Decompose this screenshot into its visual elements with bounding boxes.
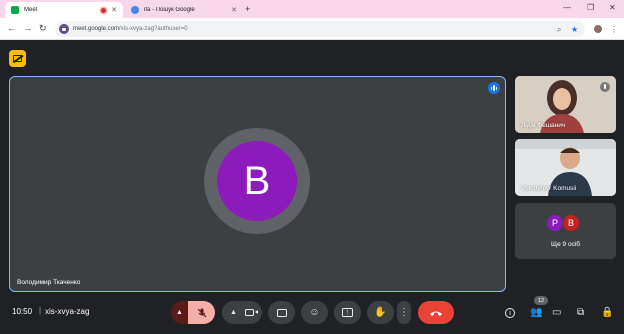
browser-window: Meet ✕ ifa - Пошук Google ✕ + — ❐ ✕ ← → … [0,0,624,334]
activities-icon[interactable]: ⧉ [577,307,584,318]
meet-icon [11,6,19,14]
hand-icon: ✋ [374,307,387,318]
reload-icon[interactable]: ↻ [39,23,47,34]
avatar: B [562,214,580,232]
profile-avatar-icon[interactable] [594,25,602,33]
meet-stage: B Володимир Ткаченко Лідія Фешанич Volod… [0,41,624,334]
avatar: B [217,141,297,221]
new-tab-button[interactable]: + [245,4,250,14]
close-window-button[interactable]: ✕ [609,3,616,12]
mic-muted-icon [600,82,610,92]
people-icon[interactable]: 👥 [530,307,542,318]
present-screen-button[interactable]: ↑ [334,301,361,324]
recording-icon [101,7,107,13]
restore-button[interactable]: ❐ [587,3,594,12]
close-tab-icon[interactable]: ✕ [111,6,117,14]
more-participants-label: Ще 9 осіб [551,241,580,248]
more-vert-icon: ⋮ [399,307,409,318]
audio-options-button[interactable]: ▲ [171,301,188,324]
hang-up-icon [430,311,442,316]
browser-toolbar: ← → ↻ meet.google.com/xis-xvya-zag?authu… [0,18,624,40]
captions-off-icon [13,55,22,62]
raise-hand-button[interactable]: ✋ [367,301,394,324]
participant-name: Лідія Фешанич [521,122,566,129]
close-tab-icon[interactable]: ✕ [231,6,237,14]
present-icon: ↑ [342,308,353,317]
captions-icon [276,308,287,317]
more-participants-tile[interactable]: P B Ще 9 осіб [515,203,616,259]
url-text: meet.google.com/xis-xvya-zag?authuser=0 [73,26,188,32]
tab-google-search[interactable]: ifa - Пошук Google ✕ [125,2,243,18]
participant-tile[interactable]: Volodymyr Komusii [515,139,616,196]
chevron-up-icon: ▲ [176,309,183,316]
more-options-button[interactable]: ⋮ [397,301,411,324]
tab-meet[interactable]: Meet ✕ [5,2,123,18]
meeting-clock: 10:50 [12,307,33,316]
mic-off-icon [197,308,206,317]
avatar-ring: B [204,128,310,234]
divider: | [39,306,42,315]
captions-button[interactable] [268,301,295,324]
chevron-up-icon: ▲ [230,309,237,316]
tab-title: Meet [24,7,38,13]
chat-icon[interactable]: ▭ [552,307,561,318]
emoji-icon: ☺ [309,307,320,318]
site-info-icon[interactable] [59,24,69,34]
camera-toggle-button[interactable]: ▲ [222,301,262,324]
reactions-button[interactable]: ☺ [301,301,328,324]
main-participant-tile[interactable]: B Володимир Ткаченко [9,76,506,292]
leave-call-button[interactable] [418,301,454,324]
bookmark-star-icon[interactable]: ★ [571,25,578,34]
avatar-group: P B [546,214,580,232]
captions-off-button[interactable] [9,50,26,67]
tab-title: ifa - Пошук Google [144,7,195,13]
participant-tile[interactable]: Лідія Фешанич [515,76,616,133]
back-icon[interactable]: ← [7,23,16,33]
host-controls-icon[interactable]: 🔒 [601,307,613,318]
address-bar[interactable]: meet.google.com/xis-xvya-zag?authuser=0 [55,21,585,37]
participant-name: Володимир Ткаченко [17,279,81,286]
microphone-toggle-button[interactable] [188,301,215,324]
forward-icon[interactable]: → [23,23,32,33]
minimize-button[interactable]: — [563,3,571,12]
tab-strip: Meet ✕ ifa - Пошук Google ✕ + — ❐ ✕ [0,0,624,18]
camera-icon [244,309,258,316]
meeting-code: xis-xvya-zag [45,307,90,316]
google-icon [131,6,139,14]
menu-kebab-icon[interactable]: ⋮ [610,25,618,34]
participant-name: Volodymyr Komusii [521,185,577,192]
speaking-indicator-icon [488,82,500,94]
meeting-info-icon[interactable]: i [505,308,515,318]
participant-count-badge: 12 [534,296,548,305]
zoom-icon[interactable]: ⌕ [557,25,561,35]
